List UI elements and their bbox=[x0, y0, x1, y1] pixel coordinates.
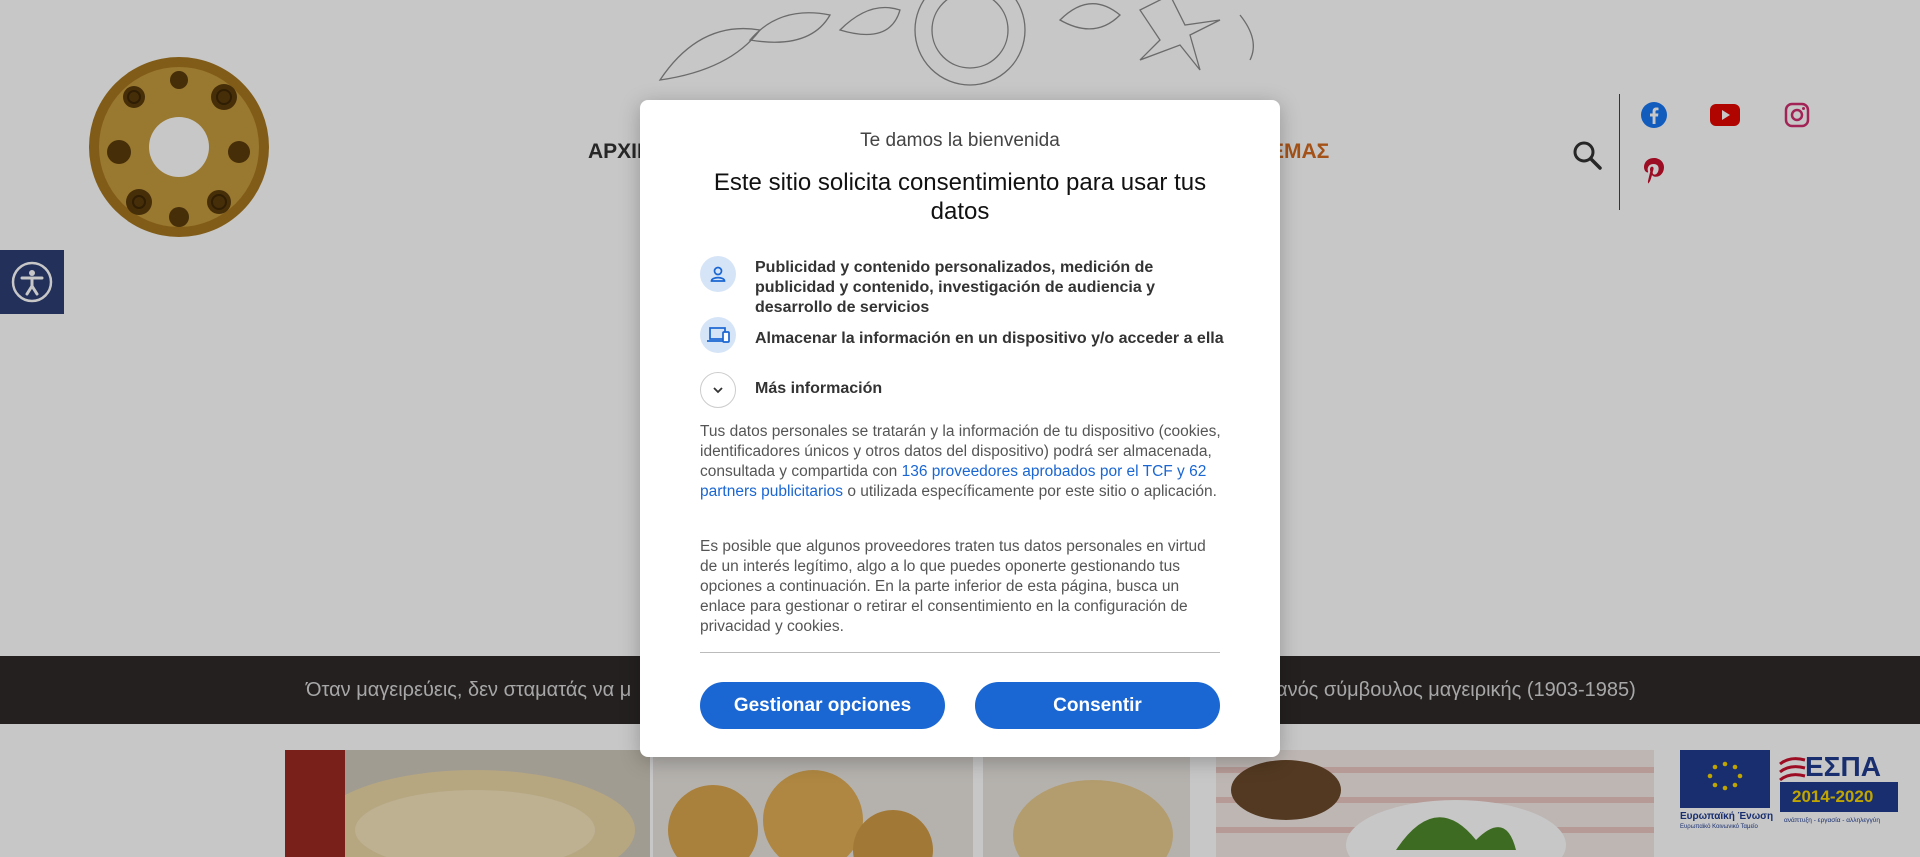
consent-dialog: Te damos la bienvenida Este sitio solici… bbox=[640, 100, 1280, 757]
purpose-personalized-ads: Publicidad y contenido personalizados, m… bbox=[755, 259, 1156, 316]
purpose-store-information: Almacenar la información en un dispositi… bbox=[755, 330, 1224, 347]
dialog-welcome: Te damos la bienvenida bbox=[860, 130, 1060, 151]
dialog-divider bbox=[700, 652, 1220, 653]
devices-icon bbox=[700, 317, 736, 353]
more-info-toggle[interactable] bbox=[700, 372, 736, 408]
manage-options-button[interactable]: Gestionar opciones bbox=[700, 682, 945, 729]
dialog-headline: Este sitio solicita consentimiento para … bbox=[713, 169, 1207, 225]
consent-paragraph-2: Es posible que algunos proveedores trate… bbox=[700, 538, 1206, 635]
consent-button[interactable]: Consentir bbox=[975, 682, 1220, 729]
more-info-label[interactable]: Más información bbox=[755, 380, 882, 398]
chevron-down-icon bbox=[713, 387, 723, 394]
consent-paragraph-1: Tus datos personales se tratarán y la in… bbox=[700, 422, 1225, 502]
person-icon bbox=[700, 256, 736, 292]
para1-text-end: o utilizada específicamente por este sit… bbox=[843, 483, 1217, 500]
